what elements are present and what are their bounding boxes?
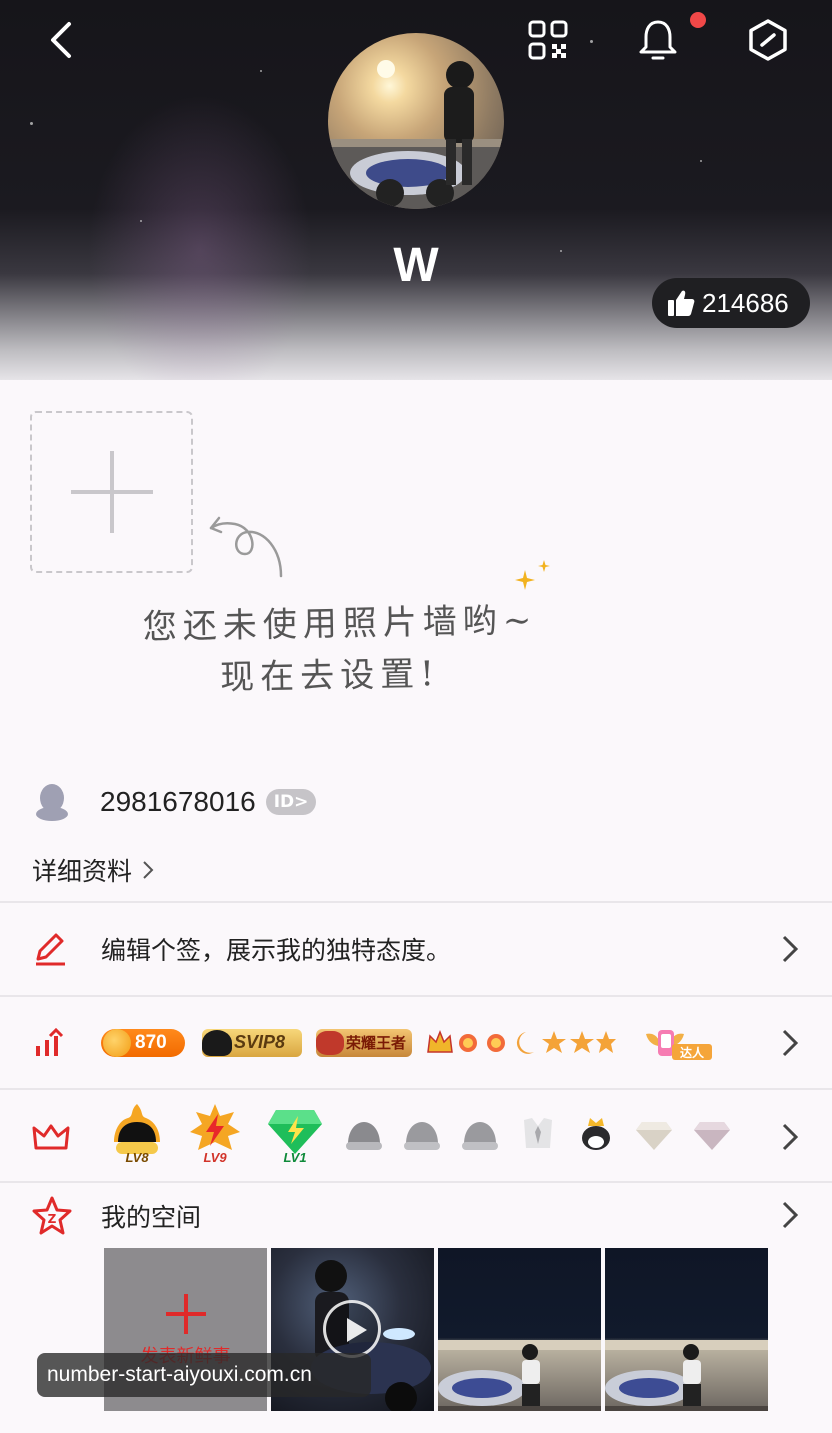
watermark-overlay: number-start-aiyouxi.com.cn xyxy=(37,1353,371,1397)
medal-lv1: LV1 xyxy=(266,1106,324,1165)
king-glory-badge: 荣耀王者 xyxy=(316,1028,412,1057)
star-icon: Z xyxy=(32,1196,72,1235)
qr-code-button[interactable] xyxy=(518,10,578,70)
gray-helmet-medal-icon xyxy=(404,1122,440,1150)
plus-icon xyxy=(70,451,153,533)
rider-sitting-photo xyxy=(605,1340,768,1411)
divider xyxy=(0,1181,832,1183)
space-photo-thumbnail[interactable] xyxy=(438,1248,601,1411)
id-badge[interactable]: ID> xyxy=(265,789,317,815)
star-decoration xyxy=(700,160,702,162)
talent-wings-icon: 达人 xyxy=(646,1029,712,1060)
medal-diamond-2 xyxy=(692,1114,732,1154)
qq-number: 2981678016 xyxy=(100,786,256,817)
king-label: 荣耀王者 xyxy=(346,1035,407,1052)
medal-penguin-crown xyxy=(576,1114,616,1154)
space-photo-thumbnail[interactable] xyxy=(605,1248,768,1411)
medal-gray-3 xyxy=(460,1114,500,1154)
medal-lv9: LV9 xyxy=(188,1102,242,1165)
avatar[interactable] xyxy=(328,33,504,209)
detail-profile-link[interactable]: 详细资料 xyxy=(32,852,154,888)
signature-row[interactable]: 编辑个签，展示我的独特态度。 xyxy=(0,902,832,995)
thumbs-up-icon xyxy=(668,290,695,316)
chevron-right-icon[interactable] xyxy=(780,1200,802,1230)
medal-label: LV8 xyxy=(125,1150,149,1165)
suit-tie-medal-icon xyxy=(524,1118,552,1148)
coin-value: 870 xyxy=(135,1031,167,1053)
gray-helmet-medal-icon xyxy=(346,1122,382,1150)
qr-code-icon xyxy=(528,20,568,60)
penguin-icon xyxy=(36,784,68,821)
medal-gray-2 xyxy=(402,1114,442,1154)
penguin-crown-medal-icon xyxy=(582,1118,610,1150)
avatar-photo xyxy=(328,60,504,209)
star-decoration xyxy=(140,220,142,222)
star-decoration xyxy=(590,40,593,43)
notification-button[interactable] xyxy=(628,10,688,70)
chevron-right-icon xyxy=(782,1123,799,1150)
talent-label: 达人 xyxy=(680,1045,705,1060)
sparkle-icon xyxy=(515,560,550,590)
medal-diamond-1 xyxy=(634,1114,674,1154)
curved-arrow-icon xyxy=(209,516,283,578)
settings-hexagon-button[interactable] xyxy=(738,10,798,70)
coin-badge: 870 xyxy=(101,1028,185,1057)
my-space-title[interactable]: 我的空间 xyxy=(101,1198,201,1234)
likes-count: 214686 xyxy=(702,287,789,318)
crown-icon xyxy=(32,1124,70,1149)
medal-lv8: LV8 xyxy=(110,1102,164,1165)
king-emblem-icon xyxy=(316,1030,344,1055)
svip-badge: SVIP8 xyxy=(202,1028,302,1057)
talent-badge: 达人 xyxy=(640,1028,712,1060)
qq-level-icons xyxy=(426,1028,616,1058)
svg-text:Z: Z xyxy=(48,1212,57,1226)
vip-badges-row[interactable]: 870 SVIP8 荣耀王者 达人 xyxy=(0,997,832,1088)
chevron-right-icon xyxy=(782,1029,799,1056)
qq-id-row[interactable]: 2981678016 ID> xyxy=(34,782,317,822)
medal-gray-1 xyxy=(344,1114,384,1154)
photo-wall-setup-link[interactable]: 现在去设置! xyxy=(110,644,551,701)
svip-label: SVIP8 xyxy=(234,1032,286,1052)
diamond-medal-icon xyxy=(694,1122,730,1150)
bell-icon xyxy=(639,20,677,60)
signature-placeholder: 编辑个签，展示我的独特态度。 xyxy=(101,935,452,965)
hexagon-icon xyxy=(749,19,787,61)
chevron-right-icon xyxy=(782,935,799,962)
back-icon xyxy=(51,22,71,58)
pencil-icon xyxy=(36,933,65,965)
play-video-button[interactable] xyxy=(323,1300,381,1358)
growth-chart-icon xyxy=(36,1027,64,1056)
photo-wall-add-button[interactable] xyxy=(30,411,193,573)
medal-label: LV1 xyxy=(283,1150,307,1165)
gray-helmet-medal-icon xyxy=(462,1122,498,1150)
star-decoration xyxy=(260,70,262,72)
medal-suit xyxy=(518,1114,558,1154)
back-button[interactable] xyxy=(30,10,90,70)
rider-sitting-photo xyxy=(438,1340,601,1411)
photo-wall-hint: 您还未使用照片墙哟~ xyxy=(142,600,538,648)
diamond-medal-icon xyxy=(636,1122,672,1150)
plus-icon xyxy=(165,1293,206,1334)
helmet-icon xyxy=(202,1029,232,1056)
likes-counter[interactable]: 214686 xyxy=(652,278,810,328)
medal-label: LV9 xyxy=(203,1150,227,1165)
profile-header: W 214686 xyxy=(0,0,832,380)
coin-icon xyxy=(103,1028,131,1057)
level-crown-sun-moon-stars-icon xyxy=(427,1029,616,1054)
detail-profile-label: 详细资料 xyxy=(32,857,133,886)
medals-row[interactable]: LV8 LV9 LV1 xyxy=(0,1090,832,1183)
star-decoration xyxy=(30,122,33,125)
notification-dot xyxy=(690,12,706,28)
chevron-right-icon xyxy=(143,861,154,879)
